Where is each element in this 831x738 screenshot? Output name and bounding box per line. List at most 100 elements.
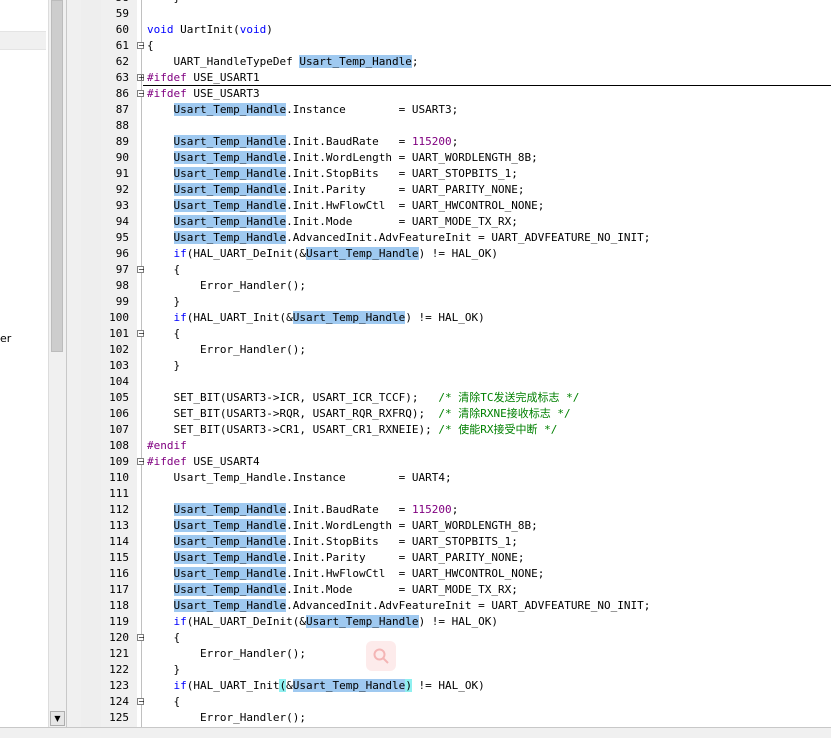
code-text[interactable]: Usart_Temp_Handle.Init.WordLength = UART… (147, 518, 538, 534)
code-line[interactable]: 120− { (81, 630, 831, 646)
selected-tree-item[interactable] (0, 31, 46, 50)
code-text[interactable]: Usart_Temp_Handle.AdvancedInit.AdvFeatur… (147, 230, 650, 246)
code-line[interactable]: 94 Usart_Temp_Handle.Init.Mode = UART_MO… (81, 214, 831, 230)
code-line[interactable]: 121 Error_Handler(); (81, 646, 831, 662)
fold-collapse-icon[interactable]: − (137, 634, 145, 642)
code-line[interactable]: 63 + #ifdef USE_USART1 (81, 70, 831, 86)
code-line[interactable]: 124− { (81, 694, 831, 710)
code-line[interactable]: 99 } (81, 294, 831, 310)
code-text[interactable]: if(HAL_UART_Init(&Usart_Temp_Handle) != … (147, 310, 485, 326)
code-text[interactable]: } (147, 294, 180, 310)
code-text[interactable]: Usart_Temp_Handle.Init.StopBits = UART_S… (147, 534, 518, 550)
code-line[interactable]: 90 Usart_Temp_Handle.Init.WordLength = U… (81, 150, 831, 166)
code-line[interactable]: 98 Error_Handler(); (81, 278, 831, 294)
code-line[interactable]: 95 Usart_Temp_Handle.AdvancedInit.AdvFea… (81, 230, 831, 246)
code-text[interactable]: #ifdef USE_USART3 (147, 86, 260, 102)
code-text[interactable]: Usart_Temp_Handle.Init.BaudRate = 115200… (147, 134, 458, 150)
code-text[interactable]: if(HAL_UART_Init(&Usart_Temp_Handle) != … (147, 678, 485, 694)
code-text[interactable]: Usart_Temp_Handle.Instance = USART3; (147, 102, 458, 118)
code-text[interactable]: if(HAL_UART_DeInit(&Usart_Temp_Handle) !… (147, 614, 498, 630)
fold-collapse-icon[interactable]: − (137, 330, 145, 338)
tree-item-label[interactable]: er (0, 332, 11, 345)
fold-collapse-icon[interactable]: − (137, 698, 145, 706)
code-line[interactable]: 122 } (81, 662, 831, 678)
code-line[interactable]: 87 Usart_Temp_Handle.Instance = USART3; (81, 102, 831, 118)
code-line[interactable]: 93 Usart_Temp_Handle.Init.HwFlowCtl = UA… (81, 198, 831, 214)
code-text[interactable]: SET_BIT(USART3->RQR, USART_RQR_RXFRQ); /… (147, 406, 570, 422)
code-line[interactable]: 89 Usart_Temp_Handle.Init.BaudRate = 115… (81, 134, 831, 150)
code-text[interactable]: Error_Handler(); (147, 342, 306, 358)
code-text[interactable]: Usart_Temp_Handle.Init.Parity = UART_PAR… (147, 550, 525, 566)
horizontal-scrollbar[interactable] (0, 727, 831, 738)
code-line[interactable]: 104 (81, 374, 831, 390)
code-line[interactable]: 61−{ (81, 38, 831, 54)
code-line[interactable]: 110 Usart_Temp_Handle.Instance = UART4; (81, 470, 831, 486)
code-line[interactable]: 103 } (81, 358, 831, 374)
code-line[interactable]: 106 SET_BIT(USART3->RQR, USART_RQR_RXFRQ… (81, 406, 831, 422)
code-line[interactable]: 92 Usart_Temp_Handle.Init.Parity = UART_… (81, 182, 831, 198)
code-line[interactable]: 96 if(HAL_UART_DeInit(&Usart_Temp_Handle… (81, 246, 831, 262)
code-text[interactable]: } (147, 358, 180, 374)
code-text[interactable]: Usart_Temp_Handle.Init.Mode = UART_MODE_… (147, 214, 518, 230)
code-text[interactable]: Usart_Temp_Handle.Init.BaudRate = 115200… (147, 502, 458, 518)
code-text[interactable]: #ifdef USE_USART4 (147, 454, 260, 470)
code-line[interactable]: 123 if(HAL_UART_Init(&Usart_Temp_Handle)… (81, 678, 831, 694)
code-editor[interactable]: 58 }5960void UartInit(void)61−{62 UART_H… (81, 0, 831, 727)
fold-collapse-icon[interactable]: − (137, 266, 145, 274)
code-text[interactable]: #ifdef USE_USART1 (147, 70, 260, 86)
code-line[interactable]: 108 #endif (81, 438, 831, 454)
code-line[interactable]: 102 Error_Handler(); (81, 342, 831, 358)
code-line[interactable]: 119 if(HAL_UART_DeInit(&Usart_Temp_Handl… (81, 614, 831, 630)
code-text[interactable]: Usart_Temp_Handle.Init.HwFlowCtl = UART_… (147, 198, 544, 214)
code-line[interactable]: 107 SET_BIT(USART3->CR1, USART_CR1_RXNEI… (81, 422, 831, 438)
code-line[interactable]: 59 (81, 6, 831, 22)
code-line[interactable]: 109− #ifdef USE_USART4 (81, 454, 831, 470)
code-line[interactable]: 113 Usart_Temp_Handle.Init.WordLength = … (81, 518, 831, 534)
code-line[interactable]: 111 (81, 486, 831, 502)
code-text[interactable]: Error_Handler(); (147, 278, 306, 294)
fold-collapse-icon[interactable]: − (137, 458, 145, 466)
code-text[interactable]: Usart_Temp_Handle.Init.Parity = UART_PAR… (147, 182, 525, 198)
panel-splitter[interactable] (66, 0, 82, 727)
code-text[interactable]: { (147, 262, 180, 278)
code-line[interactable]: 101− { (81, 326, 831, 342)
fold-collapse-icon[interactable]: − (137, 42, 145, 50)
down-arrow-icon[interactable]: ▼ (50, 711, 65, 726)
code-text[interactable]: UART_HandleTypeDef Usart_Temp_Handle; (147, 54, 419, 70)
search-icon[interactable] (366, 641, 396, 671)
code-text[interactable]: Error_Handler(); (147, 710, 306, 726)
code-line[interactable]: 117 Usart_Temp_Handle.Init.Mode = UART_M… (81, 582, 831, 598)
code-text[interactable]: Usart_Temp_Handle.Init.StopBits = UART_S… (147, 166, 518, 182)
code-text[interactable]: { (147, 38, 154, 54)
code-text[interactable]: #endif (147, 438, 187, 454)
code-text[interactable]: if(HAL_UART_DeInit(&Usart_Temp_Handle) !… (147, 246, 498, 262)
code-line[interactable]: 97− { (81, 262, 831, 278)
code-text[interactable]: Error_Handler(); (147, 646, 306, 662)
code-text[interactable]: } (147, 662, 180, 678)
code-text[interactable]: Usart_Temp_Handle.Init.Mode = UART_MODE_… (147, 582, 518, 598)
code-line[interactable]: 116 Usart_Temp_Handle.Init.HwFlowCtl = U… (81, 566, 831, 582)
fold-expand-icon[interactable]: + (137, 74, 145, 82)
code-text[interactable]: { (147, 326, 180, 342)
code-line[interactable]: 62 UART_HandleTypeDef Usart_Temp_Handle; (81, 54, 831, 70)
code-line[interactable]: 100 if(HAL_UART_Init(&Usart_Temp_Handle)… (81, 310, 831, 326)
code-line[interactable]: 115 Usart_Temp_Handle.Init.Parity = UART… (81, 550, 831, 566)
project-panel-scrollbar[interactable]: ▼ (48, 0, 66, 727)
code-text[interactable]: Usart_Temp_Handle.Init.HwFlowCtl = UART_… (147, 566, 544, 582)
code-text[interactable]: Usart_Temp_Handle.Init.WordLength = UART… (147, 150, 538, 166)
fold-collapse-icon[interactable]: − (137, 90, 145, 98)
project-panel[interactable]: er (0, 0, 48, 727)
code-line[interactable]: 86− #ifdef USE_USART3 (81, 86, 831, 102)
code-line[interactable]: 91 Usart_Temp_Handle.Init.StopBits = UAR… (81, 166, 831, 182)
code-text[interactable]: { (147, 630, 180, 646)
code-line[interactable]: 114 Usart_Temp_Handle.Init.StopBits = UA… (81, 534, 831, 550)
code-text[interactable]: SET_BIT(USART3->CR1, USART_CR1_RXNEIE); … (147, 422, 557, 438)
code-line[interactable]: 60 void UartInit(void) (81, 22, 831, 38)
code-text[interactable]: Usart_Temp_Handle.Instance = UART4; (147, 470, 451, 486)
code-text[interactable]: { (147, 694, 180, 710)
code-line[interactable]: 125 Error_Handler(); (81, 710, 831, 726)
code-line[interactable]: 88 (81, 118, 831, 134)
code-text[interactable]: Usart_Temp_Handle.AdvancedInit.AdvFeatur… (147, 598, 650, 614)
code-text[interactable]: void UartInit(void) (147, 22, 273, 38)
code-line[interactable]: 118 Usart_Temp_Handle.AdvancedInit.AdvFe… (81, 598, 831, 614)
